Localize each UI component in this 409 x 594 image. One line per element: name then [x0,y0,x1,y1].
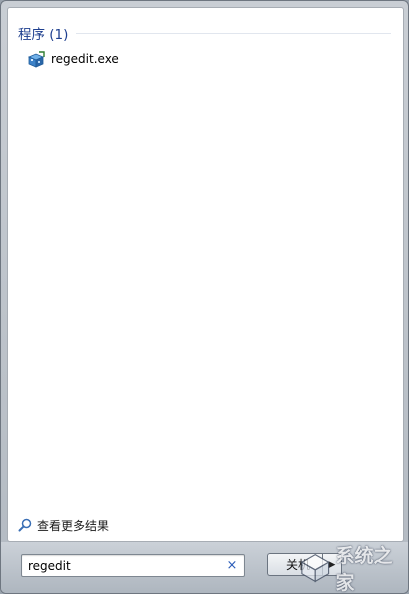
start-menu: 程序 (1) regedit.exe 查看更多结果 × [0,0,409,594]
group-divider [76,32,391,34]
see-more-results-label: 查看更多结果 [37,518,110,533]
group-title: 程序 (1) [18,27,69,43]
registry-editor-icon [28,50,45,68]
shutdown-options-arrow-icon[interactable]: ▶ [322,553,343,576]
shutdown-control: 关机 ▶ [267,553,343,576]
clear-search-icon[interactable]: × [224,558,240,574]
search-input[interactable] [22,556,224,575]
search-icon [18,518,32,532]
result-item-regedit[interactable]: regedit.exe [28,49,119,69]
group-header-programs: 程序 (1) [18,24,391,43]
see-more-results-link[interactable]: 查看更多结果 [18,516,109,534]
result-label: regedit.exe [51,52,119,66]
start-menu-bottom-bar: × 关机 ▶ [1,542,408,593]
search-box: × [21,554,245,577]
shutdown-button[interactable]: 关机 [267,553,323,576]
search-results-pane: 程序 (1) regedit.exe 查看更多结果 [7,7,404,542]
